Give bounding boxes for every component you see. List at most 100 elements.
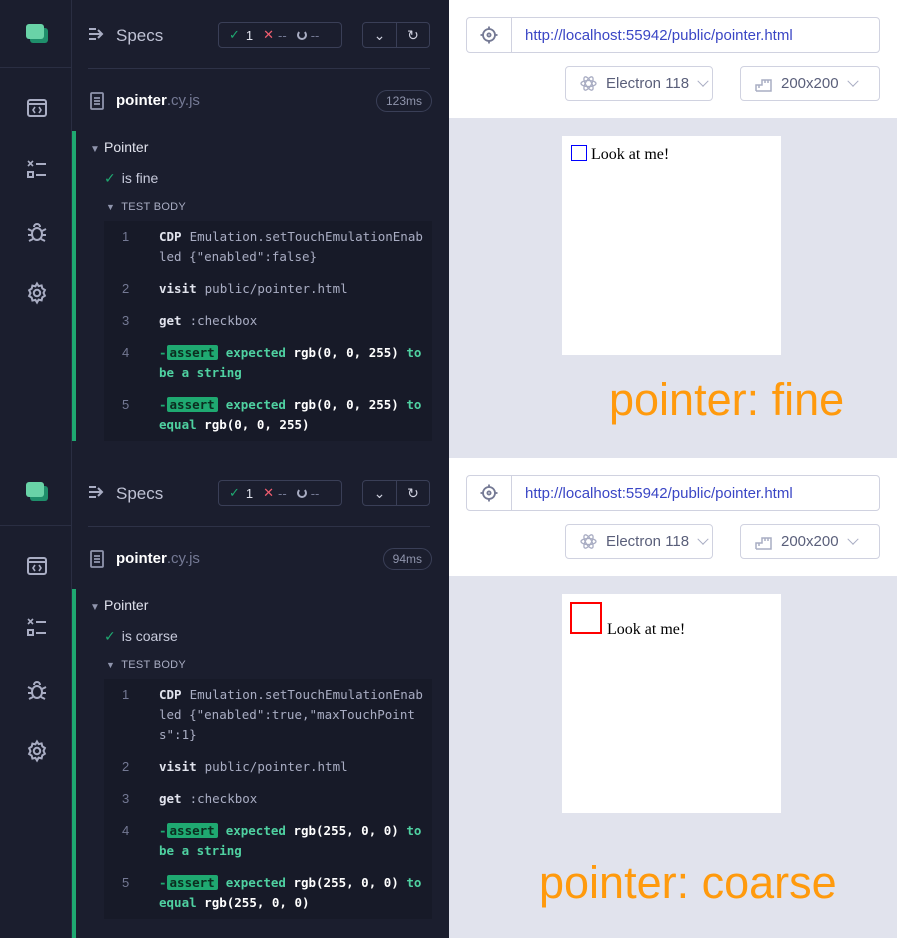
command-number: 4 <box>122 345 130 360</box>
brand-area <box>0 458 72 526</box>
command-row[interactable]: 2 visit public/pointer.html <box>104 273 432 305</box>
runs-icon[interactable] <box>24 553 50 579</box>
pointer-media-label: pointer: fine <box>609 374 845 425</box>
divider <box>88 68 430 69</box>
pass-check-icon: ✓ <box>104 628 116 644</box>
run-stats: ✓ 1 ✕ -- -- <box>218 22 342 48</box>
command-row[interactable]: 1 CDP Emulation.setTouchEmulationEnabled {… <box>104 679 432 751</box>
selector-playground-icon[interactable] <box>467 18 512 52</box>
command-row[interactable]: 3 get:checkbox <box>104 783 432 815</box>
spec-file-header[interactable]: pointer.cy.js 123ms <box>90 90 432 114</box>
fail-x-icon: ✕ <box>263 27 275 42</box>
suite-title[interactable]: ▼ Pointer <box>90 597 148 613</box>
aut-checkbox[interactable] <box>571 145 587 161</box>
specs-arrow-icon[interactable] <box>88 484 106 500</box>
specs-list-icon[interactable] <box>24 615 50 641</box>
pending-count: -- <box>310 27 320 43</box>
specs-toggle-label[interactable]: Specs <box>116 26 163 46</box>
command-row[interactable]: 4- assert expected rgb(0, 0, 255) to be a … <box>104 337 432 389</box>
debug-bug-icon[interactable] <box>24 219 50 245</box>
specs-toggle-label[interactable]: Specs <box>116 484 163 504</box>
command-name: CDP <box>159 229 182 244</box>
test-title[interactable]: ✓ is coarse <box>104 628 178 645</box>
command-row[interactable]: 5- assert expected rgb(255, 0, 0) to equal… <box>104 867 432 919</box>
command-message: public/pointer.html <box>204 281 348 296</box>
command-log: 1 CDP Emulation.setTouchEmulationEnabled {… <box>104 679 432 919</box>
assert-value: rgb(0, 0, 255) <box>293 345 399 360</box>
test-body-label[interactable]: ▼ TEST BODY <box>106 659 186 671</box>
reporter-header: Specs ✓ 1 ✕ -- -- ⌄ ↻ <box>88 20 434 50</box>
suite-title[interactable]: ▼ Pointer <box>90 139 148 155</box>
reporter-header: Specs ✓ 1 ✕ -- -- ⌄ ↻ <box>88 478 434 508</box>
fail-x-icon: ✕ <box>263 485 275 500</box>
url-bar: http://localhost:55942/public/pointer.ht… <box>466 475 880 511</box>
assert-expected: expected <box>225 875 286 890</box>
viewport-size: 200x200 <box>781 75 839 92</box>
restart-icon[interactable]: ↻ <box>395 23 429 47</box>
restart-icon[interactable]: ↻ <box>395 481 429 505</box>
viewport-size: 200x200 <box>781 533 839 550</box>
reporter-panel: Specs ✓ 1 ✕ -- -- ⌄ ↻ pointer.cy.js 94ms ▼ Pointer ✓… <box>72 458 449 938</box>
chevron-down-icon[interactable]: ⌄ <box>363 481 396 505</box>
command-number: 2 <box>122 281 130 296</box>
command-number: 1 <box>122 687 130 702</box>
browser-selector[interactable]: Electron 118 <box>565 66 713 101</box>
divider <box>88 526 430 527</box>
aut-iframe: Look at me! <box>562 594 781 813</box>
browser-selector[interactable]: Electron 118 <box>565 524 713 559</box>
settings-gear-icon[interactable] <box>24 738 50 764</box>
command-message: :checkbox <box>189 791 258 806</box>
settings-gear-icon[interactable] <box>24 280 50 306</box>
pass-check-icon: ✓ <box>229 27 240 42</box>
command-number: 3 <box>122 313 130 328</box>
pass-check-icon: ✓ <box>104 170 116 186</box>
reporter-panel: Specs ✓ 1 ✕ -- -- ⌄ ↻ pointer.cy.js 123ms ▼ Pointer… <box>72 0 449 458</box>
cypress-runner-panel: Specs ✓ 1 ✕ -- -- ⌄ ↻ pointer.cy.js 123ms ▼ Pointer… <box>0 0 897 458</box>
assert-target: rgb(0, 0, 255) <box>204 417 310 432</box>
specs-list-icon[interactable] <box>24 157 50 183</box>
run-controls: ⌄ ↻ <box>362 22 430 48</box>
electron-icon <box>580 76 597 91</box>
spec-file-name: pointer.cy.js <box>116 92 200 109</box>
assert-badge: assert <box>166 345 218 360</box>
aut-checkbox[interactable] <box>570 602 602 634</box>
chevron-down-icon[interactable]: ⌄ <box>363 23 396 47</box>
document-icon <box>90 550 104 568</box>
pointer-media-label: pointer: coarse <box>539 857 837 908</box>
chevron-down-icon <box>697 533 709 545</box>
spec-file-header[interactable]: pointer.cy.js 94ms <box>90 548 432 572</box>
assert-badge: assert <box>166 823 218 838</box>
browser-name: Electron 118 <box>606 533 690 550</box>
spec-file-name: pointer.cy.js <box>116 550 200 567</box>
browser-name: Electron 118 <box>606 75 690 92</box>
command-number: 4 <box>122 823 130 838</box>
command-row[interactable]: 1 CDP Emulation.setTouchEmulationEnabled {… <box>104 221 432 273</box>
assert-value: rgb(255, 0, 0) <box>293 875 399 890</box>
aut-area: Look at me! pointer: fine <box>449 119 897 458</box>
test-body-label[interactable]: ▼ TEST BODY <box>106 201 186 213</box>
aut-url[interactable]: http://localhost:55942/public/pointer.ht… <box>525 485 793 502</box>
specs-arrow-icon[interactable] <box>88 26 106 42</box>
selector-playground-icon[interactable] <box>467 476 512 510</box>
cypress-logo-icon[interactable] <box>26 24 48 44</box>
passed-status-bar <box>72 589 76 938</box>
runs-icon[interactable] <box>24 95 50 121</box>
command-row[interactable]: 2 visit public/pointer.html <box>104 751 432 783</box>
url-bar: http://localhost:55942/public/pointer.ht… <box>466 17 880 53</box>
command-row[interactable]: 4- assert expected rgb(255, 0, 0) to be a … <box>104 815 432 867</box>
viewport-selector[interactable]: 200x200 <box>740 524 880 559</box>
run-stats: ✓ 1 ✕ -- -- <box>218 480 342 506</box>
brand-area <box>0 0 72 68</box>
aut-label: Look at me! <box>607 621 686 638</box>
command-row[interactable]: 3 get:checkbox <box>104 305 432 337</box>
command-name: visit <box>159 759 197 774</box>
cypress-logo-icon[interactable] <box>26 482 48 502</box>
spec-duration-badge: 94ms <box>382 548 432 570</box>
command-message: public/pointer.html <box>204 759 348 774</box>
test-title[interactable]: ✓ is fine <box>104 170 158 187</box>
debug-bug-icon[interactable] <box>24 677 50 703</box>
aut-url[interactable]: http://localhost:55942/public/pointer.ht… <box>525 27 793 44</box>
command-number: 3 <box>122 791 130 806</box>
command-row[interactable]: 5- assert expected rgb(0, 0, 255) to equal… <box>104 389 432 441</box>
viewport-selector[interactable]: 200x200 <box>740 66 880 101</box>
